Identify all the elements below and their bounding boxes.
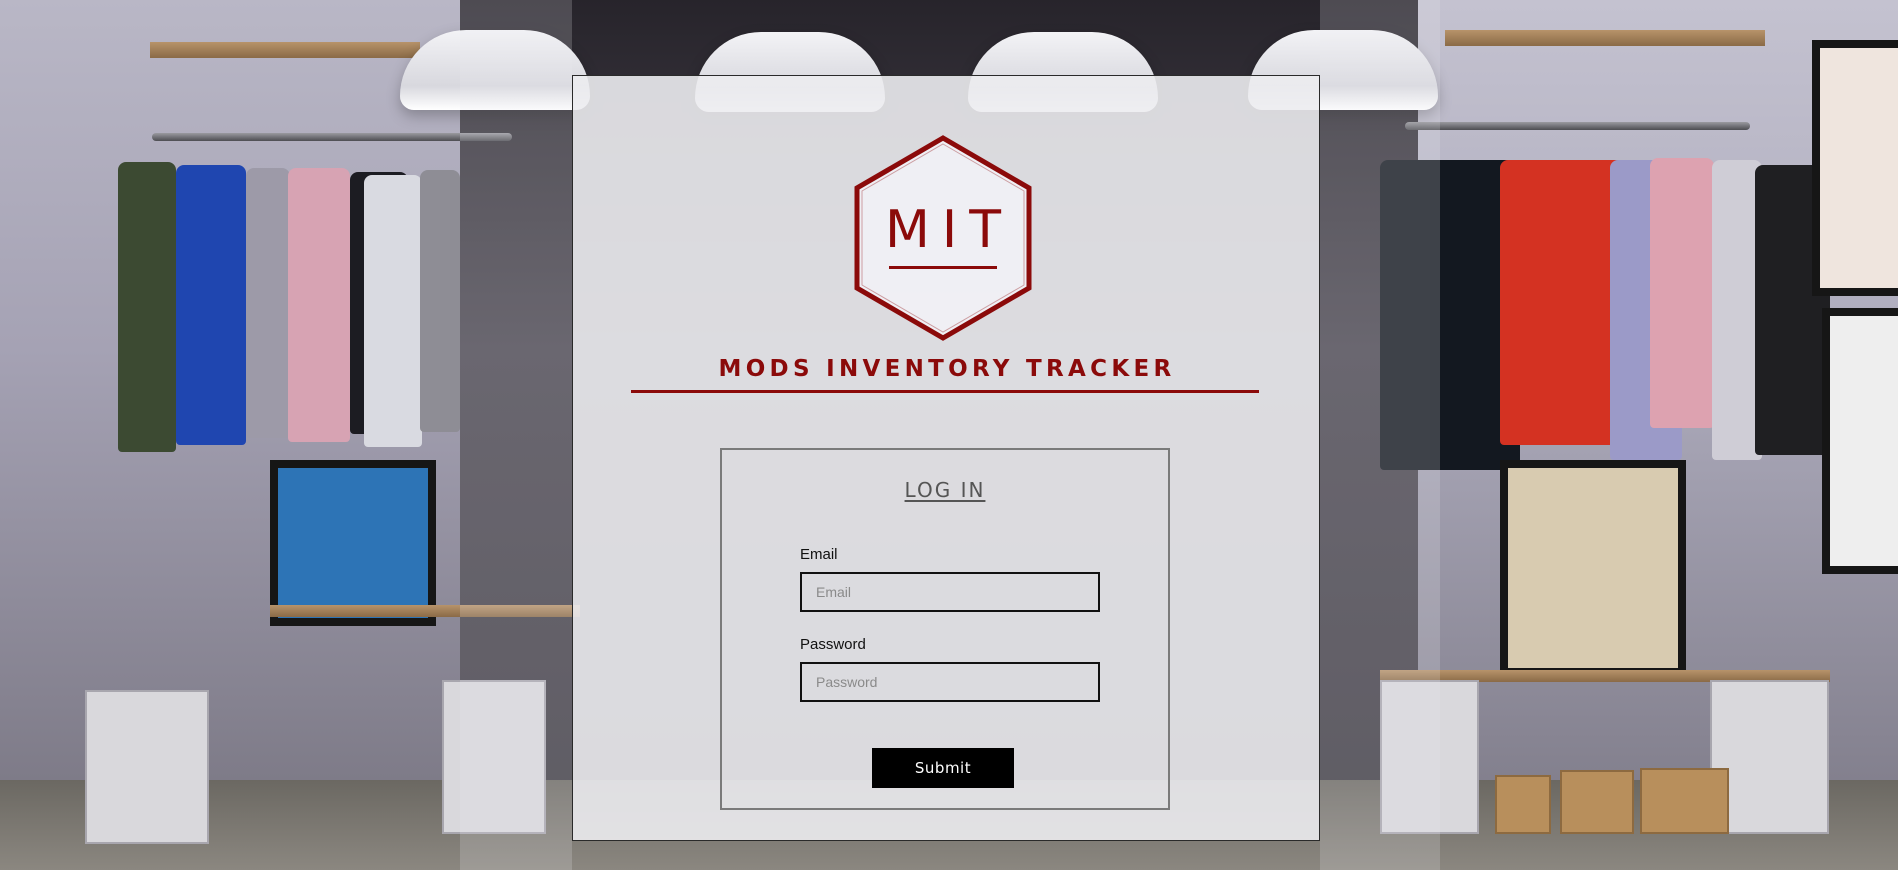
brand-title: MODS INVENTORY TRACKER (718, 356, 1176, 382)
submit-button[interactable]: Submit (872, 748, 1014, 788)
login-card: MIT MODS INVENTORY TRACKER LOG IN Email … (572, 75, 1320, 841)
login-form: LOG IN Email Password Submit (720, 448, 1170, 810)
mit-logo: MIT (851, 134, 1035, 342)
logo-text: MIT (885, 200, 1013, 260)
brand-divider (631, 390, 1259, 393)
login-page: MIT MODS INVENTORY TRACKER LOG IN Email … (0, 0, 1898, 870)
email-label: Email (800, 546, 838, 563)
password-field[interactable] (800, 662, 1100, 702)
logo-underline (889, 266, 997, 269)
password-label: Password (800, 636, 866, 653)
login-heading: LOG IN (904, 478, 986, 502)
email-field[interactable] (800, 572, 1100, 612)
